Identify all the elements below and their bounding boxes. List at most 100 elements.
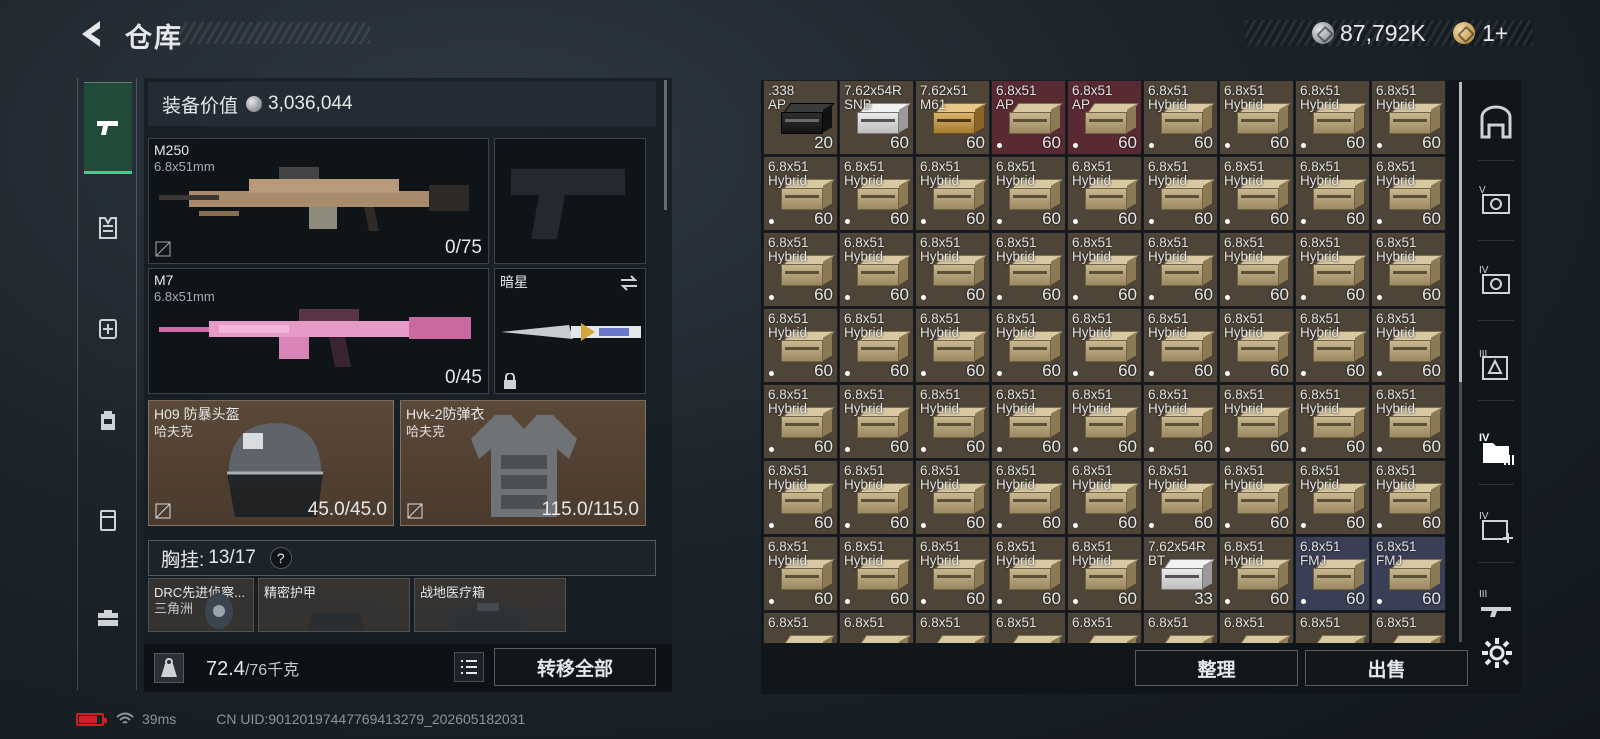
nav-medical[interactable] <box>84 282 132 374</box>
ammo-cell[interactable]: 6.8x51 Hybrid 60 <box>1067 156 1142 231</box>
ammo-cell[interactable]: 7.62x54R BT 33 <box>1143 536 1218 611</box>
ammo-cell[interactable]: 6.8x51 Hybrid 60 <box>1371 384 1446 459</box>
ammo-cell[interactable]: 6.8x51 Hybrid 60 <box>1067 536 1142 611</box>
ammo-cell[interactable]: 6.8x51 Hybrid 60 <box>991 536 1066 611</box>
body-armor-slot[interactable]: Hvk-2防弹衣 哈夫克 115.0/115.0 <box>400 400 646 526</box>
sidearm-slot[interactable] <box>494 138 646 264</box>
ammo-cell[interactable]: 6.8x51 Hybrid 60 <box>839 156 914 231</box>
ammo-cell[interactable]: 6.8x51 Hybrid 60 <box>1371 460 1446 535</box>
stash-scrollbar-thumb[interactable] <box>1459 82 1462 382</box>
ammo-cell[interactable]: 6.8x51 Hybrid 60 <box>763 384 838 459</box>
ammo-cell[interactable]: 6.8x51 Hybrid 60 <box>991 156 1066 231</box>
transfer-all-button[interactable]: 转移全部 <box>494 648 656 686</box>
ammo-cell[interactable]: 6.8x51 Hybrid 60 <box>1067 384 1142 459</box>
ammo-cell[interactable]: 7.62x54R SNB 60 <box>839 80 914 155</box>
primary-weapon-slot[interactable]: M250 6.8x51mm 0/75 <box>148 138 489 264</box>
nav-briefcase[interactable] <box>84 572 132 664</box>
ammo-cell[interactable]: 6.8x51 Hybrid 60 <box>1219 232 1294 307</box>
loadout-scrollbar[interactable] <box>664 80 667 210</box>
ammo-cell[interactable]: 6.8x51 Hybrid 60 <box>915 536 990 611</box>
money-amount[interactable]: 87,792K <box>1340 20 1426 47</box>
melee-slot[interactable]: 暗星 <box>494 268 646 394</box>
ammo-cell[interactable]: 6.8x51 Hybrid 60 <box>763 232 838 307</box>
stash-tab-main[interactable] <box>1466 92 1526 152</box>
ammo-cell[interactable]: 6.8x51 <box>1371 612 1446 643</box>
ammo-cell[interactable]: 6.8x51 <box>1219 612 1294 643</box>
helmet-slot[interactable]: H09 防暴头盔 哈夫克 45.0/45.0 <box>148 400 394 526</box>
ammo-cell[interactable]: 6.8x51 Hybrid 60 <box>1143 384 1218 459</box>
ammo-cell[interactable]: 6.8x51 Hybrid 60 <box>1295 80 1370 155</box>
ammo-cell[interactable]: 6.8x51 Hybrid 60 <box>839 232 914 307</box>
ammo-cell[interactable]: 6.8x51 Hybrid 60 <box>1143 156 1218 231</box>
ammo-cell[interactable]: 6.8x51 AP 60 <box>1067 80 1142 155</box>
ammo-cell[interactable]: 6.8x51 Hybrid 60 <box>1371 232 1446 307</box>
stash-tab-iv[interactable]: IV <box>1466 250 1526 310</box>
ammo-cell[interactable]: 6.8x51 Hybrid 60 <box>839 308 914 383</box>
ammo-cell[interactable]: 6.8x51 Hybrid 60 <box>915 308 990 383</box>
ammo-cell[interactable]: 6.8x51 Hybrid 60 <box>915 460 990 535</box>
ammo-cell[interactable]: 6.8x51 Hybrid 60 <box>1219 384 1294 459</box>
chest-rig-item[interactable]: DRC先进侦察... 三角洲 <box>148 578 254 632</box>
stash-tab-iii[interactable]: III <box>1466 334 1526 394</box>
ammo-cell[interactable]: .338 AP 20 <box>763 80 838 155</box>
gold-amount[interactable]: 1+ <box>1482 20 1508 47</box>
ammo-cell[interactable]: 6.8x51 <box>839 612 914 643</box>
ammo-cell[interactable]: 6.8x51 Hybrid 60 <box>1219 536 1294 611</box>
nav-backpack[interactable] <box>84 374 132 466</box>
ammo-cell[interactable]: 6.8x51 Hybrid 60 <box>763 156 838 231</box>
ammo-cell[interactable]: 6.8x51 Hybrid 60 <box>991 308 1066 383</box>
ammo-cell[interactable]: 6.8x51 Hybrid 60 <box>1371 80 1446 155</box>
ammo-cell[interactable]: 6.8x51 Hybrid 60 <box>991 384 1066 459</box>
ammo-cell[interactable]: 6.8x51 Hybrid 60 <box>1219 80 1294 155</box>
ammo-cell[interactable]: 6.8x51 Hybrid 60 <box>1295 156 1370 231</box>
ammo-cell[interactable]: 6.8x51 <box>1143 612 1218 643</box>
ammo-cell[interactable]: 6.8x51 Hybrid 60 <box>1143 308 1218 383</box>
stash-tab-iv-medical[interactable]: IV <box>1466 496 1526 556</box>
ammo-cell[interactable]: 6.8x51 Hybrid 60 <box>763 536 838 611</box>
ammo-cell[interactable]: 6.8x51 <box>991 612 1066 643</box>
ammo-cell[interactable]: 6.8x51 Hybrid 60 <box>1371 156 1446 231</box>
ammo-cell[interactable]: 6.8x51 Hybrid 60 <box>1219 460 1294 535</box>
ammo-cell[interactable]: 6.8x51 Hybrid 60 <box>839 536 914 611</box>
ammo-cell[interactable]: 6.8x51 Hybrid 60 <box>763 460 838 535</box>
list-view-button[interactable] <box>454 652 484 682</box>
ammo-cell[interactable]: 6.8x51 AP 60 <box>991 80 1066 155</box>
sort-button[interactable]: 整理 <box>1135 650 1298 686</box>
ammo-cell[interactable]: 6.8x51 Hybrid 60 <box>1295 460 1370 535</box>
ammo-cell[interactable]: 6.8x51 Hybrid 60 <box>1219 308 1294 383</box>
ammo-cell[interactable]: 6.8x51 <box>1295 612 1370 643</box>
stash-tab-iii-rifle[interactable]: III <box>1466 574 1526 634</box>
ammo-cell[interactable]: 6.8x51 FMJ 60 <box>1295 536 1370 611</box>
chest-rig-item[interactable]: 精密护甲 <box>258 578 410 632</box>
ammo-cell[interactable]: 6.8x51 Hybrid 60 <box>1143 80 1218 155</box>
swap-icon[interactable] <box>619 275 639 291</box>
ammo-cell[interactable]: 6.8x51 Hybrid 60 <box>1067 460 1142 535</box>
ammo-cell[interactable]: 6.8x51 Hybrid 60 <box>839 460 914 535</box>
ammo-cell[interactable]: 6.8x51 Hybrid 60 <box>1295 232 1370 307</box>
back-arrow-icon[interactable] <box>76 18 108 50</box>
ammo-cell[interactable]: 6.8x51 Hybrid 60 <box>915 384 990 459</box>
settings-gear-icon[interactable] <box>1480 636 1514 670</box>
ammo-cell[interactable]: 6.8x51 <box>1067 612 1142 643</box>
ammo-cell[interactable]: 6.8x51 Hybrid 60 <box>1143 460 1218 535</box>
ammo-cell[interactable]: 6.8x51 Hybrid 60 <box>839 384 914 459</box>
nav-weapons[interactable] <box>84 82 132 174</box>
ammo-cell[interactable]: 6.8x51 <box>763 612 838 643</box>
nav-vest[interactable] <box>84 182 132 274</box>
ammo-cell[interactable]: 6.8x51 Hybrid 60 <box>991 460 1066 535</box>
help-button[interactable]: ? <box>269 547 292 569</box>
ammo-cell[interactable]: 6.8x51 Hybrid 60 <box>1371 308 1446 383</box>
secondary-weapon-slot[interactable]: M7 6.8x51mm 0/45 <box>148 268 489 394</box>
ammo-cell[interactable]: 6.8x51 <box>915 612 990 643</box>
ammo-cell[interactable]: 6.8x51 Hybrid 60 <box>1067 232 1142 307</box>
ammo-cell[interactable]: 6.8x51 Hybrid 60 <box>915 156 990 231</box>
ammo-cell[interactable]: 7.62x51 M61 60 <box>915 80 990 155</box>
sell-button[interactable]: 出售 <box>1305 650 1468 686</box>
ammo-cell[interactable]: 6.8x51 Hybrid 60 <box>1067 308 1142 383</box>
stash-tab-iv-folder-active[interactable]: IV <box>1466 418 1526 478</box>
nav-pouch[interactable] <box>84 474 132 566</box>
ammo-cell[interactable]: 6.8x51 Hybrid 60 <box>991 232 1066 307</box>
chest-rig-item[interactable]: 战地医疗箱 <box>414 578 566 632</box>
ammo-cell[interactable]: 6.8x51 Hybrid 60 <box>1295 384 1370 459</box>
ammo-cell[interactable]: 6.8x51 Hybrid 60 <box>763 308 838 383</box>
